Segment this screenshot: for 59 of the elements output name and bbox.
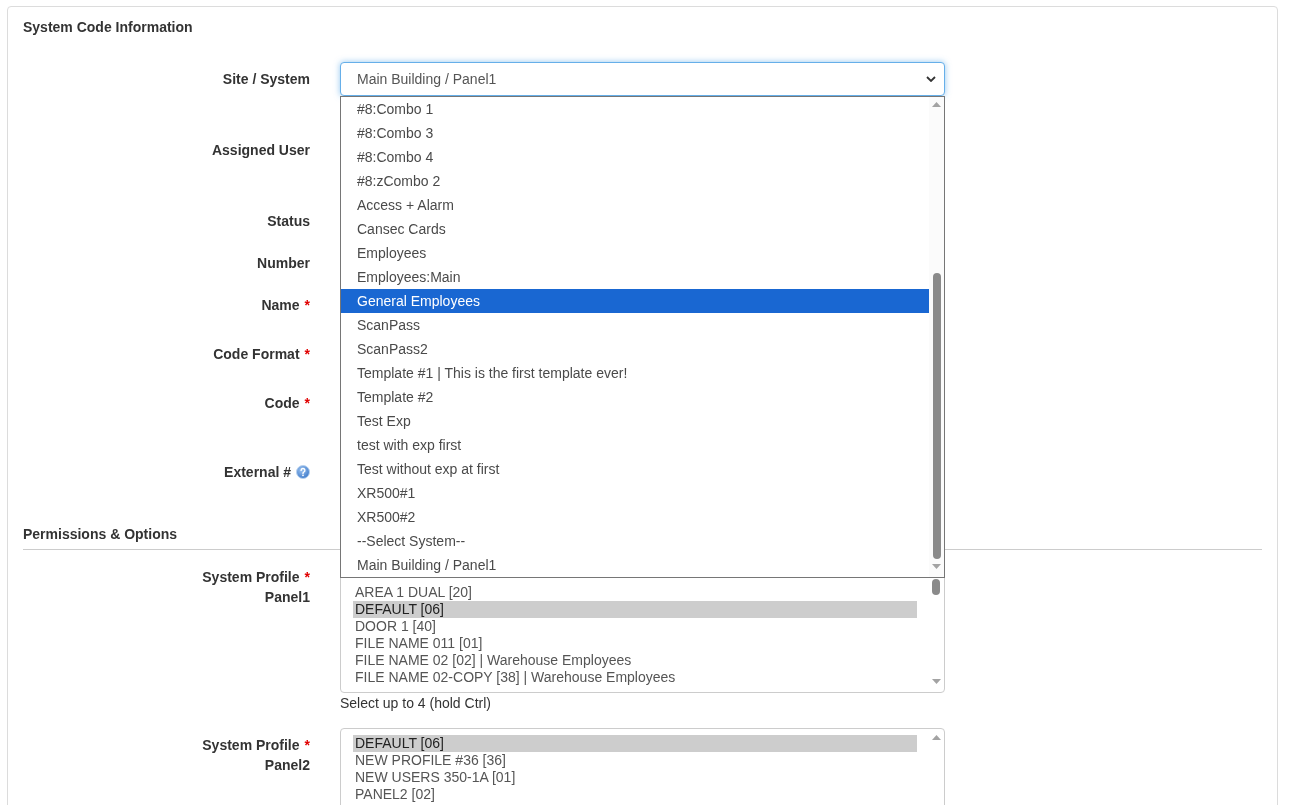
profile-listbox[interactable]: DEFAULT [06] NEW PROFILE #36 [36] NEW USERS 350-1A [01] PANEL2 [02] <box>340 728 945 805</box>
field-label: Site / System <box>222 70 310 89</box>
section-heading: Permissions & Options <box>23 526 178 542</box>
field-label: Number <box>257 254 310 273</box>
dropdown-option[interactable]: ScanPass2 <box>341 337 929 361</box>
dropdown-option[interactable]: XR500#1 <box>341 481 929 505</box>
dropdown-option[interactable]: #8:Combo 4 <box>341 145 929 169</box>
field-label: Assigned User <box>211 141 310 160</box>
dropdown-option[interactable]: XR500#2 <box>341 505 929 529</box>
required-mark: * <box>304 568 310 587</box>
field-label: Code Format <box>213 345 300 364</box>
required-mark: * <box>304 736 310 755</box>
field-label: Name <box>261 296 300 315</box>
listbox-option[interactable]: NEW USERS 350-1A [01] <box>353 769 917 786</box>
section-title: System Code Information <box>23 18 193 37</box>
dropdown-option[interactable]: ScanPass <box>341 313 929 337</box>
field-label: System Profile <box>202 568 300 587</box>
dropdown-option[interactable]: Template #2 <box>341 385 929 409</box>
listbox-option[interactable]: DEFAULT [06] <box>353 735 917 752</box>
field-label: Status <box>267 212 310 231</box>
dropdown-option[interactable]: Employees <box>341 241 929 265</box>
listbox-option[interactable]: NEW PROFILE #36 [36] <box>353 752 917 769</box>
required-mark: * <box>304 345 310 364</box>
dropdown-option[interactable]: test with exp first <box>341 433 929 457</box>
field-label: External # <box>224 463 291 482</box>
field-label: Code <box>264 394 300 413</box>
listbox-option[interactable]: PANEL2 [02] <box>353 786 917 803</box>
scrollbar-thumb[interactable] <box>932 579 940 595</box>
site-system-select[interactable]: Main Building / Panel1 <box>340 62 945 96</box>
listbox-option[interactable]: DOOR 1 [40] <box>353 618 917 635</box>
hint-text: Select up to 4 (hold Ctrl) <box>340 694 491 713</box>
dropdown-option[interactable]: #8:Combo 1 <box>341 97 929 121</box>
scrollbar-thumb[interactable] <box>932 273 941 559</box>
dropdown-option[interactable]: #8:zCombo 2 <box>341 169 929 193</box>
listbox-option[interactable]: FILE NAME 02 [02] | Warehouse Employees <box>353 652 917 669</box>
help-icon[interactable] <box>296 465 310 479</box>
dropdown-option[interactable]: Employees:Main <box>341 265 929 289</box>
scroll-up-arrow-icon[interactable] <box>932 102 941 107</box>
listbox-option[interactable]: FILE NAME 011 [01] <box>353 635 917 652</box>
dropdown-option[interactable]: #8:Combo 3 <box>341 121 929 145</box>
dropdown-option[interactable]: Template #1 | This is the first template ever! <box>341 361 929 385</box>
dropdown-option[interactable]: General Employees <box>341 289 929 313</box>
scroll-down-arrow-icon[interactable] <box>932 564 941 569</box>
listbox-option[interactable]: AREA 1 DUAL [20] <box>353 584 917 601</box>
scroll-down-arrow-icon[interactable] <box>931 679 941 684</box>
field-sublabel: Panel1 <box>264 588 310 607</box>
listbox-option[interactable]: FILE NAME 02-COPY [38] | Warehouse Employees <box>353 669 917 686</box>
listbox-option[interactable]: DEFAULT [06] <box>353 601 917 618</box>
scroll-up-arrow-icon[interactable] <box>931 735 941 740</box>
dropdown-option[interactable]: Test without exp at first <box>341 457 929 481</box>
required-mark: * <box>304 296 310 315</box>
required-mark: * <box>304 394 310 413</box>
chevron-down-icon <box>926 76 936 82</box>
dropdown-option[interactable]: --Select System-- <box>341 529 929 553</box>
field-sublabel: Panel2 <box>264 756 310 775</box>
field-label: System Profile <box>202 736 300 755</box>
dropdown-option[interactable]: Cansec Cards <box>341 217 929 241</box>
dropdown-option[interactable]: Test Exp <box>341 409 929 433</box>
dropdown-option[interactable]: Access + Alarm <box>341 193 929 217</box>
